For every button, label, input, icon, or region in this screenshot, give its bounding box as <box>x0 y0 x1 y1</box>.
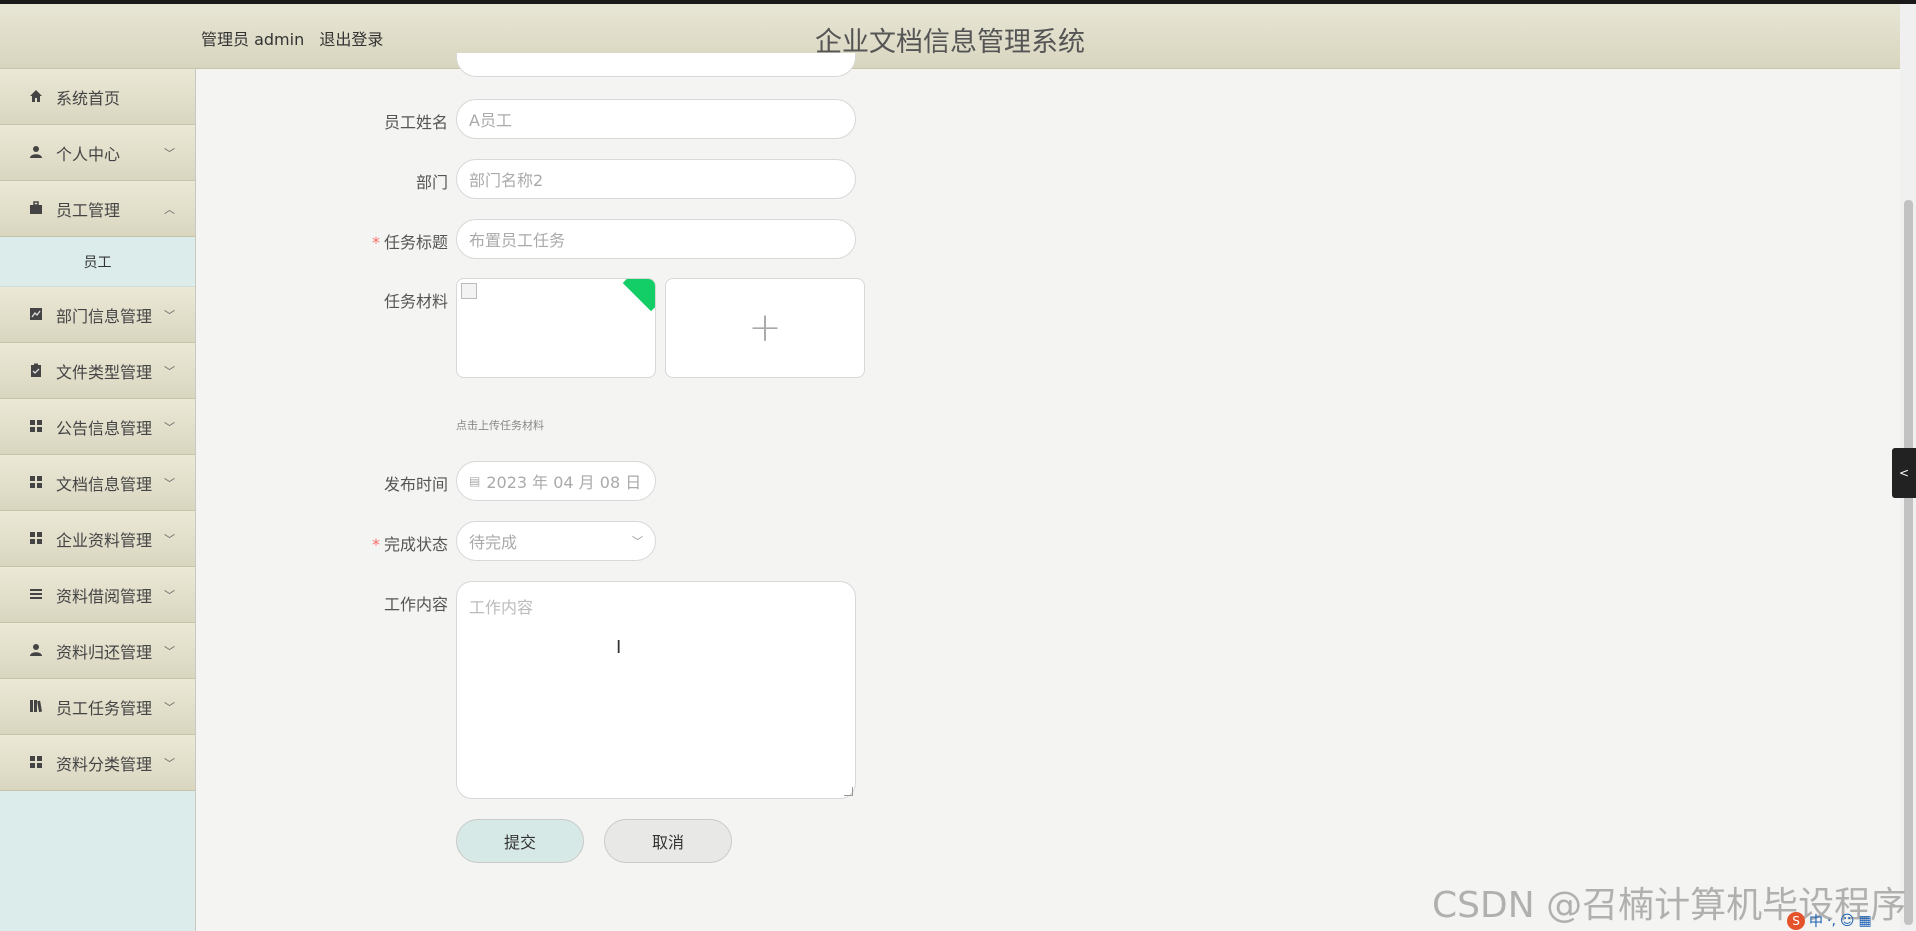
sidebar-item-label: 资料借阅管理 <box>56 586 153 606</box>
sidebar-item-label: 企业资料管理 <box>56 530 153 550</box>
grid-icon <box>28 418 44 434</box>
grid-icon <box>28 474 44 490</box>
chevron-down-icon: ﹀ <box>164 757 175 770</box>
sidebar-item-announcement[interactable]: 公告信息管理 ﹀ <box>0 399 195 455</box>
chevron-up-icon: ︿ <box>164 203 175 216</box>
chevron-down-icon: ﹀ <box>632 535 643 548</box>
uploaded-file-thumbnail[interactable] <box>456 278 656 378</box>
ime-tray: S 中 ·, ☺ ▦ <box>1787 910 1916 931</box>
task-title-label: 任务标题 <box>383 233 448 252</box>
resize-handle-icon[interactable] <box>844 787 853 796</box>
sogou-logo-icon: S <box>1787 911 1805 930</box>
chevron-down-icon: ﹀ <box>164 147 175 160</box>
ime-keyboard-icon: ▦ <box>1858 912 1872 929</box>
chevron-down-icon: ﹀ <box>164 645 175 658</box>
sidebar-item-label: 文档信息管理 <box>56 474 153 494</box>
chevron-down-icon: ﹀ <box>164 701 175 714</box>
sidebar-item-label: 文件类型管理 <box>56 362 153 382</box>
task-material-label: 任务材料 <box>383 292 448 311</box>
header: 管理员 admin 退出登录 企业文档信息管理系统 <box>0 4 1900 69</box>
publish-time-date-picker[interactable]: ▤ 2023 年 04 月 08 日 <box>456 461 656 501</box>
scrollbar-thumb[interactable] <box>1904 200 1913 925</box>
publish-time-value: 2023 年 04 月 08 日 <box>486 473 642 492</box>
submit-button[interactable]: 提交 <box>456 819 584 863</box>
list-icon <box>28 586 44 602</box>
sidebar-item-label: 资料分类管理 <box>56 754 153 774</box>
sidebar-item-material-borrow[interactable]: 资料借阅管理 ﹀ <box>0 567 195 623</box>
page-title: 企业文档信息管理系统 <box>815 27 1085 58</box>
status-value: 待完成 <box>469 533 518 552</box>
department-input[interactable]: 部门名称2 <box>456 159 856 199</box>
upload-success-badge <box>622 279 655 312</box>
plus-icon: + <box>748 305 782 351</box>
chart-icon <box>28 306 44 322</box>
work-content-textarea[interactable]: 工作内容 <box>456 581 856 799</box>
calendar-icon: ▤ <box>469 474 481 488</box>
sidebar-item-label: 员工任务管理 <box>56 698 153 718</box>
required-mark: * <box>371 535 380 554</box>
task-title-label-wrap: * 任务标题 <box>197 229 448 253</box>
user-icon <box>28 144 44 160</box>
sidebar-item-employee-management[interactable]: 员工管理 ︿ <box>0 181 195 237</box>
sidebar-item-label: 部门信息管理 <box>56 306 153 326</box>
department-label: 部门 <box>415 173 448 192</box>
sidebar: 系统首页 个人中心 ﹀ 员工管理 ︿ 员工 部门信息管理 ﹀ 文件类型管理 ﹀ … <box>0 69 196 931</box>
sidebar-subitem-employee[interactable]: 员工 <box>0 237 195 287</box>
chevron-down-icon: ﹀ <box>164 589 175 602</box>
ime-chinese-icon: 中 <box>1809 913 1823 930</box>
broken-image-icon <box>461 283 477 299</box>
status-select[interactable]: 待完成 ﹀ <box>456 521 656 561</box>
chevron-left-icon[interactable]: < <box>1892 448 1916 498</box>
sidebar-item-label: 资料归还管理 <box>56 642 153 662</box>
sidebar-item-document-info[interactable]: 文档信息管理 ﹀ <box>0 455 195 511</box>
upload-add-button[interactable]: + <box>665 278 865 378</box>
sidebar-item-employee-task[interactable]: 员工任务管理 ﹀ <box>0 679 195 735</box>
ime-punct-icon: ·, <box>1827 912 1836 929</box>
briefcase-icon <box>28 200 44 216</box>
grid-icon <box>28 530 44 546</box>
clipboard-icon <box>28 362 44 378</box>
sidebar-item-label: 员工管理 <box>56 200 121 220</box>
status-label: 完成状态 <box>383 535 448 554</box>
sidebar-item-personal-center[interactable]: 个人中心 ﹀ <box>0 125 195 181</box>
book-icon <box>28 698 44 714</box>
work-content-placeholder: 工作内容 <box>469 598 534 617</box>
sidebar-item-home[interactable]: 系统首页 <box>0 69 195 125</box>
sidebar-item-material-category[interactable]: 资料分类管理 ﹀ <box>0 735 195 791</box>
sidebar-item-material-return[interactable]: 资料归还管理 ﹀ <box>0 623 195 679</box>
task-title-placeholder: 布置员工任务 <box>469 231 566 250</box>
employee-name-input[interactable]: A员工 <box>456 99 856 139</box>
sidebar-item-enterprise-materials[interactable]: 企业资料管理 ﹀ <box>0 511 195 567</box>
main-content: 员工姓名 A员工 部门 部门名称2 * 任务标题 布置员工任务 任务材料 + 点击… <box>196 53 1900 931</box>
chevron-down-icon: ﹀ <box>164 533 175 546</box>
required-mark: * <box>371 233 380 252</box>
work-content-label: 工作内容 <box>383 595 448 614</box>
publish-time-label: 发布时间 <box>383 475 448 494</box>
home-icon <box>28 88 44 104</box>
department-placeholder: 部门名称2 <box>469 171 544 190</box>
grid-icon <box>28 754 44 770</box>
employee-name-label: 员工姓名 <box>383 113 448 132</box>
sidebar-item-file-type[interactable]: 文件类型管理 ﹀ <box>0 343 195 399</box>
sidebar-item-label: 个人中心 <box>56 144 121 164</box>
task-title-input[interactable]: 布置员工任务 <box>456 219 856 259</box>
status-label-wrap: * 完成状态 <box>197 531 448 555</box>
employee-name-placeholder: A员工 <box>469 111 512 130</box>
cancel-button[interactable]: 取消 <box>604 819 732 863</box>
chevron-down-icon: ﹀ <box>164 477 175 490</box>
chevron-down-icon: ﹀ <box>164 309 175 322</box>
sidebar-item-label: 公告信息管理 <box>56 418 153 438</box>
text-cursor-icon: I <box>616 637 622 658</box>
ime-emoji-icon: ☺ <box>1839 912 1855 929</box>
chevron-down-icon: ﹀ <box>164 421 175 434</box>
sidebar-item-department-info[interactable]: 部门信息管理 ﹀ <box>0 287 195 343</box>
chevron-down-icon: ﹀ <box>164 365 175 378</box>
user-icon <box>28 642 44 658</box>
upload-hint: 点击上传任务材料 <box>456 419 544 432</box>
sidebar-item-label: 系统首页 <box>56 88 121 108</box>
partial-input-field[interactable] <box>456 53 856 77</box>
